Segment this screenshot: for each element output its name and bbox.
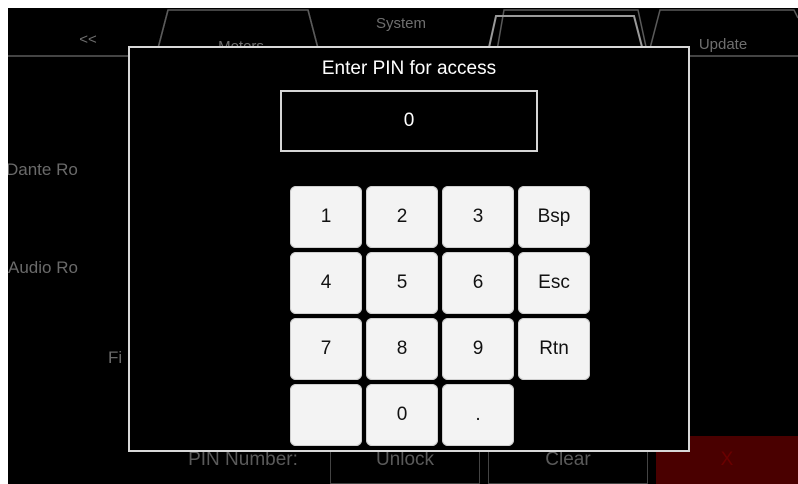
dialog-title: Enter PIN for access	[321, 58, 497, 79]
return-key[interactable]: Rtn	[518, 318, 590, 380]
key-2[interactable]: 2	[366, 186, 438, 248]
key-6[interactable]: 6	[442, 252, 514, 314]
key-0[interactable]: 0	[366, 384, 438, 446]
dante-row-label: Dante Ro	[8, 160, 78, 179]
f-row-label: Fi	[108, 348, 123, 367]
device-screen: << Meters System PIN Update Dante Ro Aud…	[8, 8, 798, 484]
key-7[interactable]: 7	[290, 318, 362, 380]
audio-row-label: Audio Ro	[8, 258, 78, 277]
pin-entry-dialog: Enter PIN for access 0 1 2 3 Bsp 4 5 6 E…	[128, 46, 690, 452]
escape-key[interactable]: Esc	[518, 252, 590, 314]
blank-key[interactable]	[290, 384, 362, 446]
key-5[interactable]: 5	[366, 252, 438, 314]
key-4[interactable]: 4	[290, 252, 362, 314]
pin-display-field[interactable]: 0	[280, 90, 538, 152]
backspace-key[interactable]: Bsp	[518, 186, 590, 248]
key-3[interactable]: 3	[442, 186, 514, 248]
key-9[interactable]: 9	[442, 318, 514, 380]
decimal-point-key[interactable]: .	[442, 384, 514, 446]
key-8[interactable]: 8	[366, 318, 438, 380]
key-1[interactable]: 1	[290, 186, 362, 248]
